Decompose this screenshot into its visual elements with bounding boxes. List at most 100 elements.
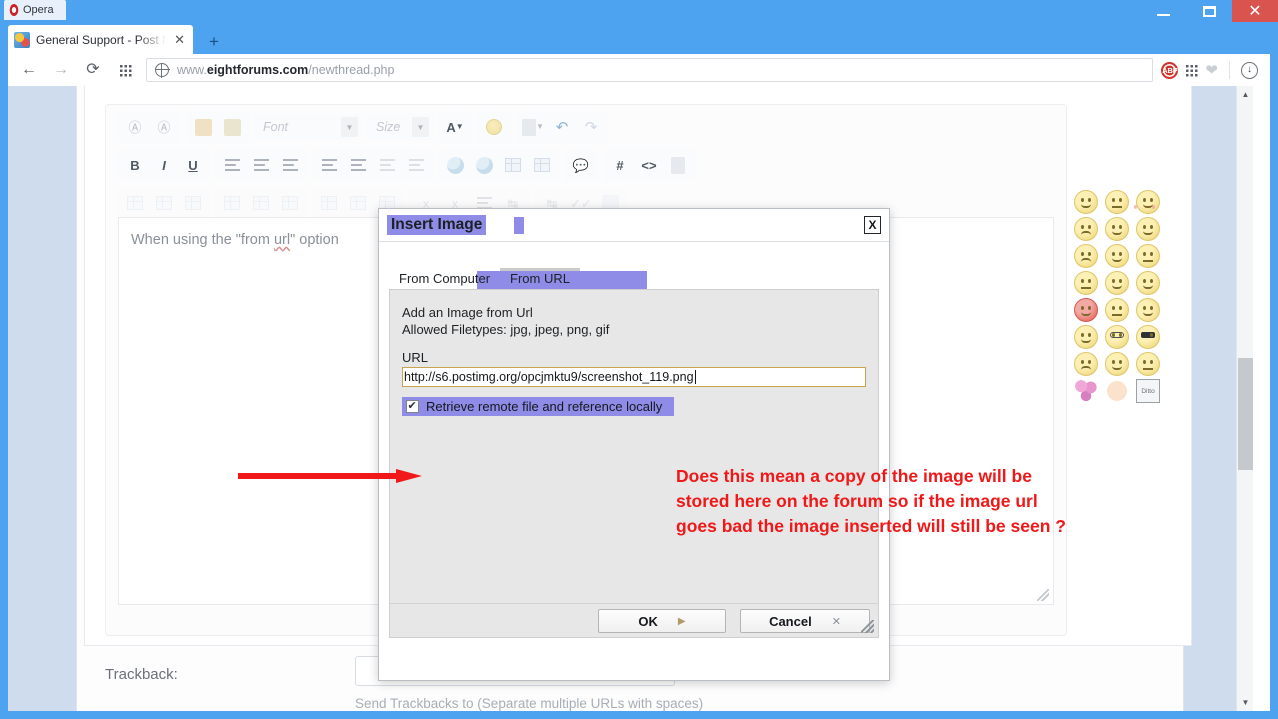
undo-icon[interactable]: ↶ — [549, 114, 575, 140]
insert-video-icon[interactable] — [529, 152, 555, 178]
insert-row-above-icon[interactable] — [316, 190, 342, 216]
annotation-arrow-icon — [238, 469, 422, 483]
bold-icon[interactable]: B — [122, 152, 148, 178]
cancel-button[interactable]: Cancel ✕ — [740, 609, 870, 633]
remove-link-icon[interactable] — [471, 152, 497, 178]
smilie-item[interactable] — [1074, 244, 1098, 268]
italic-icon[interactable]: I — [151, 152, 177, 178]
scroll-up-icon[interactable]: ▲ — [1237, 86, 1254, 103]
font-size-select[interactable]: Size ▼ — [367, 114, 433, 140]
delete-column-icon[interactable] — [277, 190, 303, 216]
smilie-item[interactable] — [1074, 298, 1098, 322]
smilie-item[interactable] — [1105, 190, 1129, 214]
smilie-item[interactable] — [1136, 217, 1160, 241]
unordered-list-icon[interactable] — [345, 152, 371, 178]
outdent-icon[interactable] — [374, 152, 400, 178]
flower-smilie-icon[interactable] — [1074, 379, 1098, 403]
attachment-icon[interactable]: ▼ — [520, 114, 546, 140]
align-left-icon[interactable] — [219, 152, 245, 178]
dialog-resize-grip[interactable] — [861, 620, 874, 633]
remove-formatting-icon[interactable]: Ⓐ — [122, 114, 148, 140]
heart-icon[interactable]: ❤ — [1205, 63, 1218, 78]
ditto-smilie-icon[interactable]: Ditto — [1136, 379, 1160, 403]
back-icon[interactable]: ← — [14, 57, 44, 83]
retrieve-remote-checkbox-row[interactable]: Retrieve remote file and reference local… — [402, 397, 674, 416]
reload-icon[interactable]: ⟳ — [78, 57, 108, 83]
smilie-item[interactable] — [1105, 244, 1129, 268]
insert-image-icon[interactable] — [500, 152, 526, 178]
align-right-icon[interactable] — [277, 152, 303, 178]
editor-resize-grip[interactable] — [1037, 589, 1049, 601]
smilie-item[interactable] — [1136, 271, 1160, 295]
smilie-item[interactable] — [1136, 244, 1160, 268]
indent-glyph — [408, 159, 424, 171]
smilie-item[interactable] — [1136, 298, 1160, 322]
insert-table-icon[interactable] — [122, 190, 148, 216]
smilie-item[interactable] — [1074, 352, 1098, 376]
smilie-item[interactable] — [1105, 298, 1129, 322]
new-tab-button[interactable]: + — [202, 30, 226, 52]
font-family-select[interactable]: Font ▼ — [254, 114, 362, 140]
panel-line-2: Allowed Filetypes: jpg, jpeg, png, gif — [402, 322, 610, 337]
smilie-item[interactable] — [1105, 217, 1129, 241]
insert-row-below-icon[interactable] — [345, 190, 371, 216]
smilies-panel: Ditto — [1074, 190, 1160, 403]
scroll-down-icon[interactable]: ▼ — [1237, 694, 1254, 711]
tab-close-icon[interactable]: ✕ — [172, 33, 187, 46]
underline-icon[interactable]: U — [180, 152, 206, 178]
url-input-field[interactable]: http://s6.postimg.org/opcjmktu9/screensh… — [402, 367, 866, 387]
smilie-item[interactable] — [1074, 325, 1098, 349]
extensions-grid-icon[interactable] — [1185, 63, 1199, 77]
smilie-item[interactable] — [1105, 325, 1129, 349]
smilie-item[interactable] — [1105, 352, 1129, 376]
maximize-button[interactable] — [1186, 0, 1232, 22]
insert-link-icon[interactable] — [442, 152, 468, 178]
quote-icon[interactable]: 💬 — [568, 152, 594, 178]
code-icon[interactable]: <> — [636, 152, 662, 178]
outdent-glyph — [379, 159, 395, 171]
opera-window-tab[interactable]: Opera — [4, 0, 66, 20]
smilie-item[interactable] — [1105, 271, 1129, 295]
film-icon — [534, 158, 550, 172]
ordered-list-icon[interactable] — [316, 152, 342, 178]
align-center-icon[interactable] — [248, 152, 274, 178]
minimize-button[interactable] — [1140, 0, 1186, 22]
forward-icon[interactable]: → — [46, 57, 76, 83]
retrieve-remote-checkbox[interactable] — [406, 399, 419, 413]
php-code-icon[interactable] — [665, 152, 691, 178]
adblock-icon[interactable]: ABP — [1161, 61, 1179, 79]
smilie-item[interactable] — [1136, 325, 1160, 349]
download-icon[interactable]: ↓ — [1241, 61, 1258, 79]
bullet-list-glyph — [350, 159, 366, 171]
speed-dial-button[interactable] — [110, 57, 140, 83]
hash-icon[interactable]: # — [607, 152, 633, 178]
paste-word-icon[interactable] — [219, 114, 245, 140]
browser-tab[interactable]: General Support - Post Ne ✕ — [8, 25, 193, 54]
page-scrollbar[interactable]: ▲ ▼ — [1236, 86, 1253, 711]
ok-button[interactable]: OK ▶ — [598, 609, 726, 633]
redo-icon[interactable]: ↷ — [578, 114, 604, 140]
insert-column-left-icon[interactable] — [219, 190, 245, 216]
scrollbar-thumb[interactable] — [1238, 358, 1253, 470]
close-window-button[interactable]: ✕ — [1232, 0, 1278, 22]
word-doc-icon — [223, 118, 241, 136]
dialog-close-button[interactable]: X — [864, 216, 881, 234]
insert-column-right-icon[interactable] — [248, 190, 274, 216]
indent-icon[interactable] — [403, 152, 429, 178]
strip-styles-icon[interactable]: Ⓐ — [151, 114, 177, 140]
smilie-item[interactable] — [1136, 190, 1160, 214]
paste-plain-icon[interactable] — [190, 114, 216, 140]
browser-navbar: ← → ⟳ www.eightforums.com/newthread.php … — [8, 54, 1270, 86]
numbered-list-glyph — [321, 159, 337, 171]
insert-smilie-icon[interactable] — [481, 114, 507, 140]
address-bar[interactable]: www.eightforums.com/newthread.php — [146, 58, 1154, 82]
table-cell-icon[interactable] — [180, 190, 206, 216]
font-color-icon[interactable]: A ▼ — [442, 114, 468, 140]
maximize-icon — [1202, 5, 1216, 17]
thumbs-up-smilie-icon[interactable] — [1105, 379, 1129, 403]
table-properties-icon[interactable] — [151, 190, 177, 216]
smilie-item[interactable] — [1074, 217, 1098, 241]
smilie-item[interactable] — [1136, 352, 1160, 376]
smilie-item[interactable] — [1074, 190, 1098, 214]
smilie-item[interactable] — [1074, 271, 1098, 295]
